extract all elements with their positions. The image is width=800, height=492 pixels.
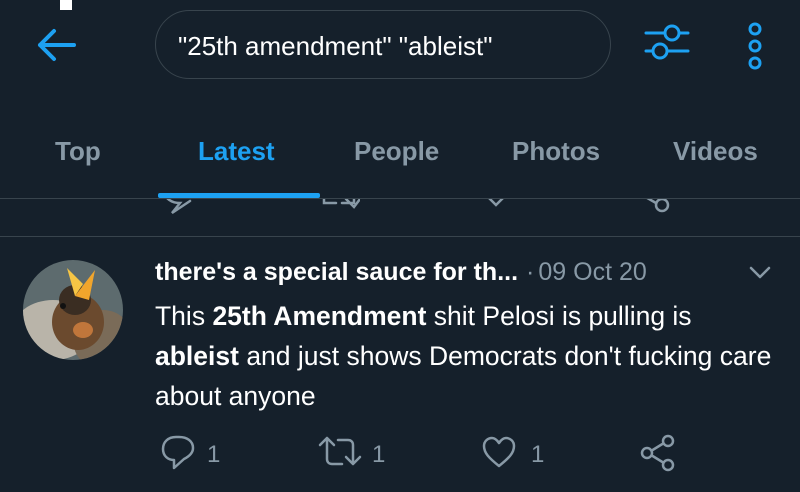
- search-tabs: Top Latest People Photos Videos: [0, 100, 800, 200]
- reply-button[interactable]: 1: [160, 433, 230, 473]
- tweet-text-part: This: [155, 301, 213, 331]
- tab-latest[interactable]: Latest: [198, 136, 275, 167]
- tab-photos[interactable]: Photos: [512, 136, 600, 167]
- reply-icon: [161, 435, 195, 470]
- tweet-header: there's a special sauce for th... · 09 Oct…: [155, 258, 647, 287]
- tweet-text-part: shit Pelosi is pulling is: [426, 301, 692, 331]
- search-header: "25th amendment" "ableist": [0, 0, 800, 100]
- bird-avatar-image: [23, 260, 123, 360]
- share-button[interactable]: [638, 433, 678, 473]
- retweet-count: 1: [372, 441, 386, 468]
- search-input[interactable]: "25th amendment" "ableist": [155, 10, 611, 79]
- like-button[interactable]: 1: [481, 433, 551, 473]
- tab-people[interactable]: People: [354, 136, 439, 167]
- retweet-icon: [322, 199, 360, 209]
- author-name[interactable]: there's a special sauce for th...: [155, 258, 518, 286]
- tab-top[interactable]: Top: [55, 136, 101, 167]
- meta-separator: ·: [526, 258, 535, 286]
- tweet-divider: [0, 236, 800, 237]
- search-query: "25th amendment" "ableist": [178, 31, 493, 61]
- previous-tweet-actions: [0, 199, 800, 236]
- arrow-left-icon: [38, 29, 76, 61]
- like-count: 1: [531, 441, 545, 468]
- share-icon: [646, 199, 670, 213]
- more-vertical-icon: [748, 22, 762, 70]
- sliders-icon: [644, 24, 690, 60]
- chevron-down-icon: [749, 266, 771, 279]
- search-match-highlight: 25th Amendment: [212, 301, 427, 331]
- retweet-icon: [318, 436, 362, 466]
- search-match-highlight: ableist: [155, 341, 239, 371]
- back-button[interactable]: [30, 22, 80, 68]
- tweet-text-part: and just shows Democrats don't fucking c…: [155, 341, 772, 411]
- heart-icon: [482, 436, 516, 468]
- tab-videos[interactable]: Videos: [673, 136, 758, 167]
- reply-icon: [166, 199, 192, 215]
- tweet-text: This 25th Amendment shit Pelosi is pulli…: [155, 296, 775, 416]
- retweet-button[interactable]: 1: [318, 433, 388, 473]
- tweet-menu-button[interactable]: [748, 263, 772, 283]
- author-avatar[interactable]: [23, 260, 123, 360]
- more-options-button[interactable]: [740, 20, 770, 72]
- reply-count: 1: [207, 441, 221, 468]
- search-filter-button[interactable]: [642, 18, 692, 68]
- heart-icon: [488, 199, 504, 207]
- share-icon: [640, 434, 675, 472]
- tweet-date[interactable]: 09 Oct 20: [538, 258, 646, 286]
